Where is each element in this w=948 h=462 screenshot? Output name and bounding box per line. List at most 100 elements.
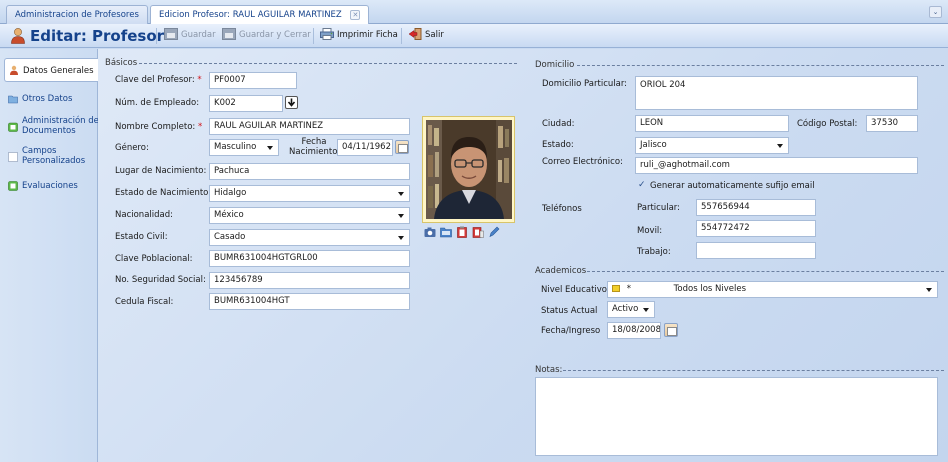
chevron-down-icon [926,288,932,292]
chevron-down-icon [398,214,404,218]
exit-button[interactable]: Salir [406,27,448,45]
lugar-nacimiento-field[interactable]: Pachuca [209,163,410,180]
section-divider [587,271,944,272]
estado-nacimiento-select[interactable]: Hidalgo [209,185,410,202]
sidebar-item-campos-personalizados[interactable]: Campos Personalizados [4,145,98,167]
save-and-close-button[interactable]: Guardar y Cerrar [220,27,315,45]
profile-photo[interactable] [426,120,512,219]
close-icon[interactable]: ✕ [350,9,361,20]
folder-icon [8,95,18,104]
ciudad-field[interactable]: LEON [635,115,789,132]
sidebar-item-datos-generales[interactable]: Datos Generales [4,58,98,82]
telefono-particular-label: Particular: [637,203,680,213]
sidebar-item-otros-datos[interactable]: Otros Datos [4,93,98,107]
printer-icon [320,27,334,40]
sidebar-item-documentos[interactable]: Administración de Documentos [4,115,99,137]
paste-icon[interactable] [456,226,468,238]
nombre-completo-label: Nombre Completo: * [115,122,203,132]
edit-pencil-icon[interactable] [488,226,500,238]
user-icon [10,65,18,75]
sidebar-item-evaluaciones[interactable]: Evaluaciones [4,180,98,194]
tab-edicion-profesor[interactable]: Edicion Profesor: RAUL AGUILAR MARTINEZ … [150,5,370,24]
photo-frame [422,116,515,223]
lugar-nacimiento-label: Lugar de Nacimiento: [115,166,207,176]
sidebar: Datos Generales Otros Datos Administraci… [0,49,99,462]
print-label: Imprimir Ficha [337,30,398,40]
telefono-trabajo-field[interactable] [696,242,816,259]
chevron-down-icon [643,308,649,312]
domicilio-particular-field[interactable]: ORIOL 204 [635,76,918,110]
telefono-trabajo-label: Trabajo: [637,247,671,257]
status-actual-value: Activo [612,304,639,314]
sidebar-item-label: Evaluaciones [22,181,78,191]
chevron-down-icon [267,146,273,150]
nacionalidad-label: Nacionalidad: [115,210,173,220]
download-arrow-icon[interactable] [285,96,298,109]
save-icon [164,27,178,40]
section-title-academicos: Academicos [535,266,587,276]
sidebar-item-label-line2: Documentos [22,126,76,136]
nivel-educativo-select[interactable]: * Todos los Niveles [607,281,938,298]
estado-civil-value: Casado [214,232,246,242]
toolbar-separator [313,28,314,44]
exit-icon [408,27,422,40]
sidebar-item-label: Otros Datos [22,94,73,104]
section-divider [563,370,944,371]
clipboard-delete-icon[interactable] [472,226,484,238]
section-title-domicilio: Domicilio [535,60,575,70]
save-button[interactable]: Guardar [162,27,220,45]
save-close-label: Guardar y Cerrar [239,30,311,40]
seguridad-social-label: No. Seguridad Social: [115,275,206,285]
level-tag-icon [612,285,620,292]
save-close-icon [222,27,236,40]
toolbar-separator [156,28,157,44]
section-divider [139,63,517,64]
clave-profesor-field[interactable]: PF0007 [209,72,297,89]
sidebar-item-label-line2: Personalizados [22,156,86,166]
status-actual-select[interactable]: Activo [607,301,655,318]
codigo-postal-field[interactable]: 37530 [866,115,918,132]
num-empleado-label: Núm. de Empleado: [115,98,200,108]
print-button[interactable]: Imprimir Ficha [318,27,402,45]
fecha-nacimiento-field[interactable]: 04/11/1962 [337,139,393,156]
fecha-nacimiento-label: Fecha Nacimiento: [289,137,341,157]
nombre-completo-field[interactable]: RAUL AGUILAR MARTINEZ [209,118,410,135]
main-panel: Básicos Clave del Profesor: * PF0007 Núm… [98,49,948,462]
notas-field[interactable] [535,377,938,456]
nacionalidad-select[interactable]: México [209,207,410,224]
nacionalidad-value: México [214,210,244,220]
num-empleado-field[interactable]: K002 [209,95,283,112]
generar-sufijo-checkbox[interactable]: ✓ [638,180,646,190]
domicilio-particular-label: Domicilio Particular: [542,79,628,89]
nivel-educativo-label: Nivel Educativo: [541,285,610,295]
calendar-icon[interactable] [395,140,409,154]
tab-administracion-profesores[interactable]: Administracion de Profesores [6,5,148,24]
estado-civil-label: Estado Civil: [115,232,168,242]
page-title: Editar: Profesor [30,27,165,45]
nivel-marker: * [626,284,631,294]
telefonos-label: Teléfonos [542,204,582,214]
cedula-fiscal-field[interactable]: BUMR631004HGT [209,293,410,310]
sidebar-item-label-line1: Campos [22,146,57,156]
toolbar: Editar: Profesor Guardar Guardar y Cerra… [0,24,948,48]
open-folder-icon[interactable] [440,226,452,238]
camera-icon[interactable] [424,226,436,238]
tab-overflow-chevron-icon[interactable]: ⌄ [929,6,942,18]
telefono-particular-field[interactable]: 557656944 [696,199,816,216]
correo-field[interactable]: ruli_@aghotmail.com [635,157,918,174]
telefono-movil-field[interactable]: 554772472 [696,220,816,237]
calendar-icon[interactable] [664,323,678,337]
clave-poblacional-label: Clave Poblacional: [115,254,193,264]
clave-poblacional-field[interactable]: BUMR631004HGTGRL00 [209,250,410,267]
genero-select[interactable]: Masculino [209,139,279,156]
estado-select[interactable]: Jalisco [635,137,789,154]
chevron-down-icon [777,144,783,148]
fecha-ingreso-field[interactable]: 18/08/2008 [607,322,661,339]
codigo-postal-label: Código Postal: [797,119,858,129]
seguridad-social-field[interactable]: 123456789 [209,272,410,289]
cedula-fiscal-label: Cedula Fiscal: [115,297,174,307]
section-title-basicos: Básicos [105,58,138,68]
telefono-movil-label: Movil: [637,226,663,236]
estado-civil-select[interactable]: Casado [209,229,410,246]
generar-sufijo-label: Generar automaticamente sufijo email [650,181,815,191]
